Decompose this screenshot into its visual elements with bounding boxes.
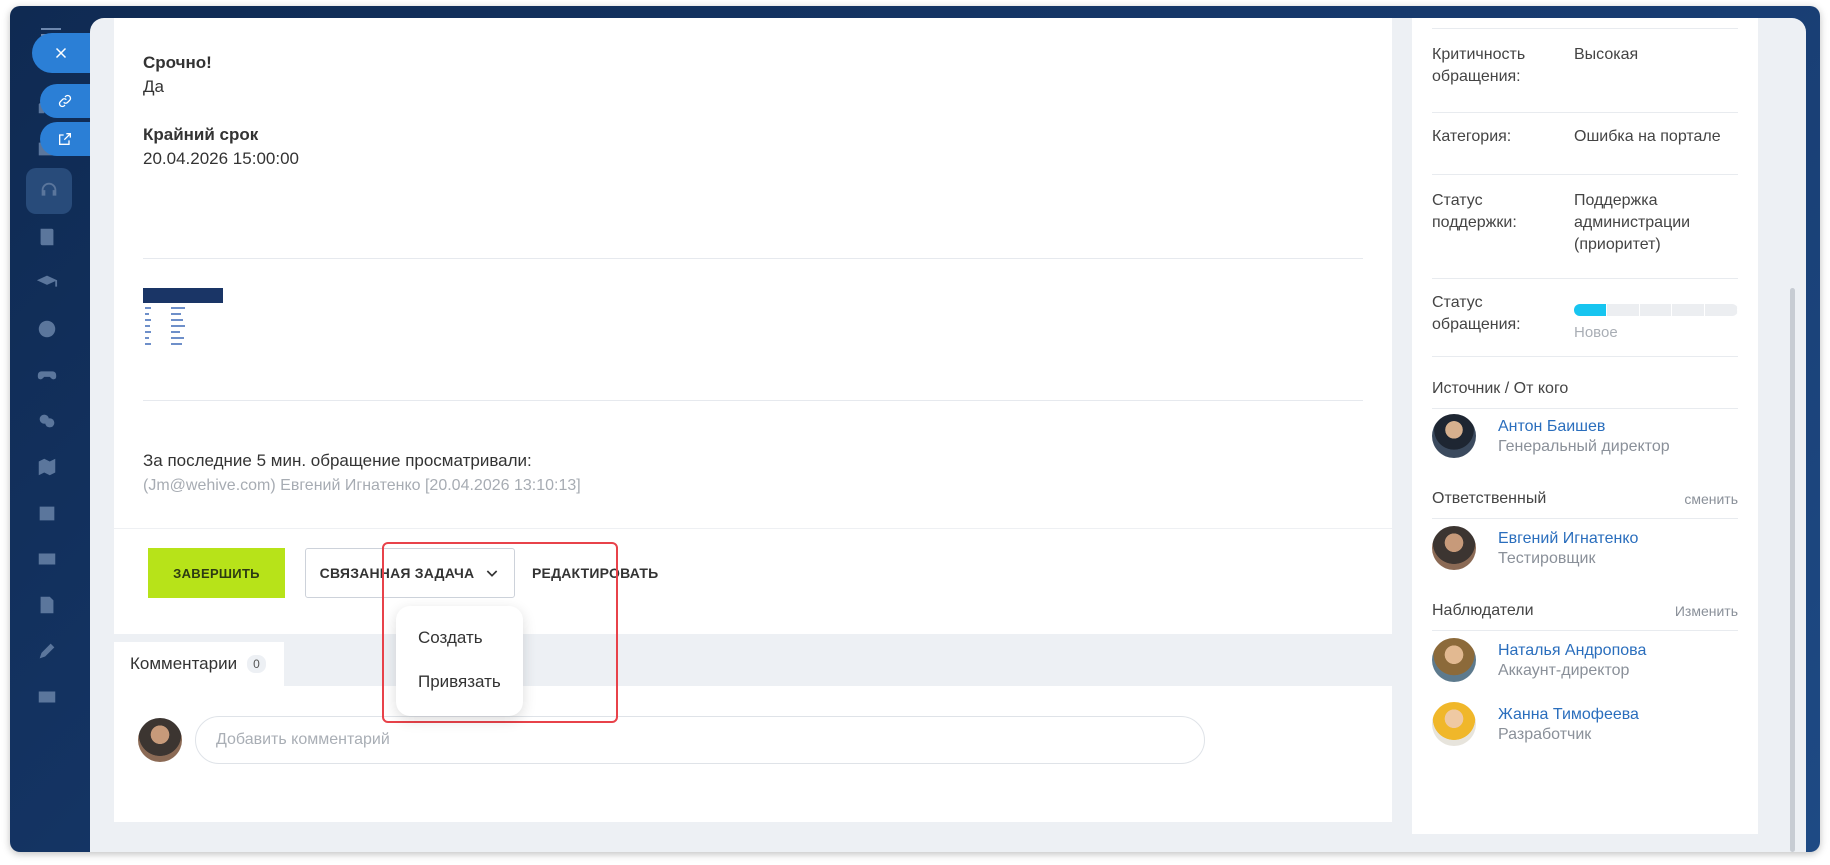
responsible-person-role: Тестировщик: [1498, 550, 1596, 567]
divider: [1432, 356, 1738, 357]
criticality-row: Критичность обращения: Высокая: [1432, 44, 1738, 88]
ticket-status-progress: [1574, 304, 1738, 316]
avatar: [138, 718, 182, 762]
finish-button[interactable]: ЗАВЕРШИТЬ: [148, 548, 285, 598]
calendar-icon[interactable]: [34, 500, 60, 526]
left-nav-rail: [10, 6, 90, 852]
divider: [143, 258, 1363, 259]
source-person-name[interactable]: Антон Баишев: [1498, 418, 1605, 436]
id-card-icon[interactable]: [34, 684, 60, 710]
urgent-value: Да: [143, 77, 164, 96]
close-button[interactable]: [32, 33, 90, 73]
pen-icon[interactable]: [34, 638, 60, 664]
gamepad-icon[interactable]: [34, 362, 60, 388]
external-link-icon: [59, 133, 71, 145]
graduation-cap-icon[interactable]: [34, 270, 60, 296]
map-icon[interactable]: [34, 454, 60, 480]
deadline-value: 20.04.2026 15:00:00: [143, 149, 299, 168]
watcher-role: Разработчик: [1498, 726, 1592, 743]
avatar: [1432, 638, 1476, 682]
related-task-dropdown: Создать Привязать: [396, 606, 523, 716]
sidebar-scrollbar[interactable]: [1790, 288, 1795, 852]
avatar: [1432, 702, 1476, 746]
link-icon: [58, 94, 72, 108]
support-status-value: Поддержка администрации (приоритет): [1574, 192, 1691, 253]
change-watchers-link[interactable]: Изменить: [1675, 603, 1738, 619]
watchers-title: Наблюдатели: [1432, 602, 1534, 619]
ticket-properties-sidebar: Критичность обращения: Высокая Категория…: [1412, 18, 1758, 834]
category-value: Ошибка на портале: [1574, 128, 1721, 145]
source-person-role: Генеральный директор: [1498, 438, 1670, 455]
deadline-label: Крайний срок: [143, 125, 259, 144]
ticket-details-card: Срочно! Да Крайний срок 20.04.2026 15:00…: [114, 18, 1392, 634]
card-icon[interactable]: [34, 546, 60, 572]
responsible-person-name[interactable]: Евгений Игнатенко: [1498, 530, 1638, 548]
tab-comments[interactable]: Комментарии 0: [114, 642, 284, 686]
support-icon[interactable]: [26, 168, 72, 214]
close-icon: [55, 47, 67, 59]
divider: [1432, 174, 1738, 175]
responsible-title: Ответственный: [1432, 490, 1547, 507]
comment-input[interactable]: Добавить комментарий: [195, 716, 1205, 764]
change-responsible-link[interactable]: сменить: [1684, 491, 1738, 507]
divider: [1432, 28, 1738, 29]
ticket-status-key: Статус обращения:: [1432, 294, 1521, 333]
comments-tab-label: Комментарии: [130, 654, 238, 673]
ticket-status-value: Новое: [1574, 324, 1618, 341]
comments-count-badge: 0: [247, 655, 266, 673]
app-window: Срочно! Да Крайний срок 20.04.2026 15:00…: [10, 6, 1820, 852]
avatar: [1432, 526, 1476, 570]
urgent-label: Срочно!: [143, 53, 212, 72]
book-icon[interactable]: [34, 224, 60, 250]
avatar: [1432, 414, 1476, 458]
dropdown-item-create[interactable]: Создать: [396, 616, 523, 660]
divider: [1432, 630, 1738, 631]
copy-link-button[interactable]: [40, 84, 90, 118]
criticality-key: Критичность обращения:: [1432, 46, 1526, 85]
source-title: Источник / От кого: [1432, 380, 1569, 397]
criticality-value: Высокая: [1574, 46, 1639, 63]
recent-viewers-title: За последние 5 мин. обращение просматрив…: [143, 451, 532, 470]
watcher-name[interactable]: Жанна Тимофеева: [1498, 706, 1639, 724]
watcher-role: Аккаунт-директор: [1498, 662, 1630, 679]
recent-viewers-list: (Jm@wehive.com) Евгений Игнатенко [20.04…: [143, 477, 581, 494]
divider: [114, 528, 1392, 529]
divider: [1432, 408, 1738, 409]
divider: [143, 400, 1363, 401]
category-key: Категория:: [1432, 128, 1512, 145]
edit-doc-icon[interactable]: [34, 592, 60, 618]
divider: [1432, 518, 1738, 519]
attachment-thumbnail[interactable]: [143, 288, 223, 368]
dropdown-item-attach[interactable]: Привязать: [396, 660, 523, 704]
divider: [1432, 112, 1738, 113]
divider: [1432, 278, 1738, 279]
ticket-panel: Срочно! Да Крайний срок 20.04.2026 15:00…: [90, 18, 1806, 852]
target-icon[interactable]: [34, 316, 60, 342]
chat-icon[interactable]: [34, 408, 60, 434]
watcher-name[interactable]: Наталья Андропова: [1498, 642, 1646, 660]
open-external-button[interactable]: [40, 122, 90, 156]
support-status-key: Статус поддержки:: [1432, 192, 1517, 231]
